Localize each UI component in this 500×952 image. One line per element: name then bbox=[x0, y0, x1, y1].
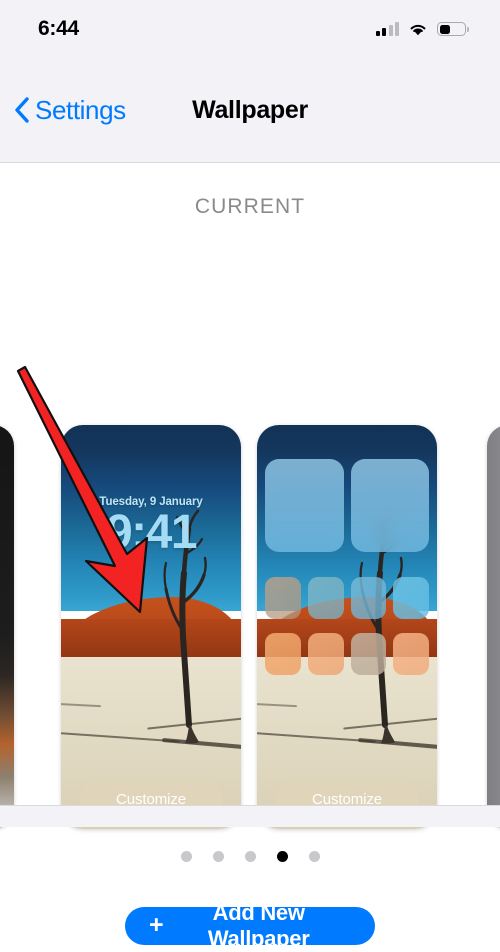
section-header-current: CURRENT bbox=[194, 195, 306, 218]
wallpaper-carousel[interactable]: Tuesday, 9 January 9:41 Customize Custom… bbox=[0, 425, 500, 829]
app-icon bbox=[265, 633, 301, 676]
add-new-wallpaper-label: Add New Wallpaper bbox=[207, 900, 310, 951]
home-widget bbox=[265, 459, 344, 553]
back-button-label: Settings bbox=[35, 94, 126, 125]
page-dot[interactable] bbox=[212, 851, 224, 862]
app-icon bbox=[393, 576, 429, 619]
wallpaper-preview-art bbox=[61, 425, 241, 829]
wifi-icon bbox=[408, 22, 428, 37]
page-dot-active[interactable] bbox=[276, 851, 288, 862]
status-bar-indicators bbox=[375, 21, 469, 37]
home-screen-icon-grid bbox=[257, 425, 437, 829]
plus-icon: + bbox=[149, 910, 164, 939]
wallpaper-card-next[interactable] bbox=[487, 425, 500, 829]
app-icon bbox=[265, 576, 301, 619]
cellular-bars-icon bbox=[375, 21, 399, 36]
home-widget bbox=[350, 459, 429, 553]
add-new-wallpaper-button[interactable]: + Add New Wallpaper bbox=[125, 900, 375, 951]
wallpaper-card-previous[interactable] bbox=[0, 425, 14, 829]
app-icon bbox=[350, 576, 387, 619]
wallpaper-preview-art bbox=[0, 425, 14, 829]
lock-screen-preview-card[interactable]: Tuesday, 9 January 9:41 Customize bbox=[61, 425, 241, 829]
app-icon-row bbox=[265, 633, 429, 676]
chevron-left-icon bbox=[14, 97, 30, 123]
page-dot[interactable] bbox=[180, 851, 192, 862]
navigation-bar: Settings Wallpaper bbox=[0, 58, 500, 163]
app-icon bbox=[307, 633, 344, 676]
page-dot[interactable] bbox=[244, 851, 256, 862]
app-icon bbox=[350, 633, 387, 676]
status-bar-clock: 6:44 bbox=[38, 17, 79, 40]
home-screen-preview-card[interactable]: Customize bbox=[257, 425, 437, 829]
battery-icon bbox=[437, 22, 469, 36]
back-button[interactable]: Settings bbox=[14, 95, 126, 126]
app-icon-row bbox=[265, 576, 429, 619]
wallpaper-content: CURRENT Tuesday, 9 January 9:41 Customiz… bbox=[0, 163, 500, 951]
widget-row bbox=[265, 459, 429, 553]
app-icon bbox=[307, 576, 344, 619]
page-footer bbox=[0, 805, 500, 827]
page-dot[interactable] bbox=[308, 851, 320, 862]
lock-screen-time: 9:41 bbox=[105, 505, 198, 559]
dead-tree-illustration bbox=[163, 509, 207, 744]
carousel-pagination[interactable] bbox=[0, 851, 500, 862]
status-bar: 6:44 bbox=[0, 0, 500, 58]
app-icon bbox=[393, 633, 429, 676]
